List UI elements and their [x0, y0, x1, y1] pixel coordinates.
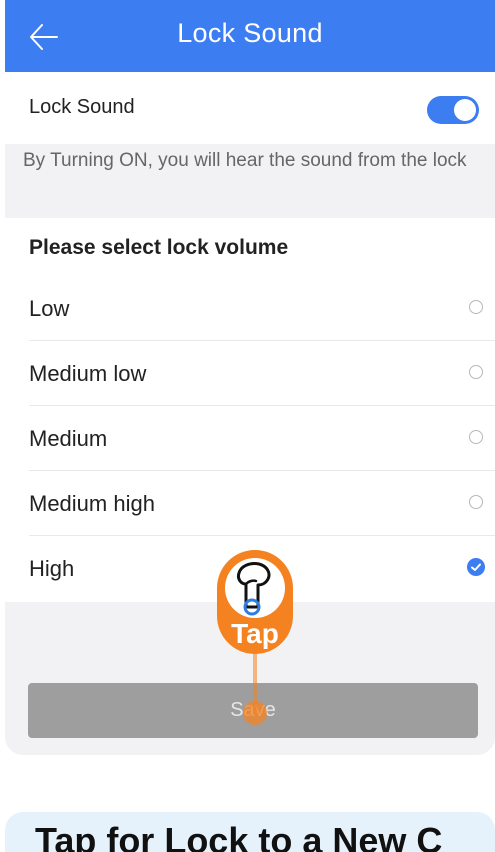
option-label: Medium — [29, 426, 108, 451]
promo-banner: Tap for Lock to a New C — [5, 812, 495, 852]
radio-checked-icon[interactable] — [467, 558, 485, 576]
volume-section: Please select lock volume Low Medium low… — [5, 218, 495, 602]
app-header: Lock Sound — [5, 0, 495, 72]
promo-text: Tap for Lock to a New C — [35, 820, 443, 852]
lock-sound-hint: By Turning ON, you will hear the sound f… — [23, 150, 467, 171]
tap-label: Tap — [231, 618, 279, 649]
volume-option-medium-high[interactable]: Medium high — [29, 471, 495, 536]
lock-sound-row: Lock Sound — [5, 72, 495, 144]
radio-icon[interactable] — [469, 430, 483, 444]
radio-icon[interactable] — [469, 495, 483, 509]
radio-icon[interactable] — [469, 300, 483, 314]
check-icon — [471, 563, 481, 571]
toggle-knob — [454, 99, 476, 121]
page-title: Lock Sound — [177, 18, 323, 48]
option-label: Medium high — [29, 491, 155, 516]
volume-heading: Please select lock volume — [29, 236, 289, 259]
radio-icon[interactable] — [469, 365, 483, 379]
lock-sound-toggle[interactable] — [427, 96, 479, 124]
option-label: Medium low — [29, 361, 147, 386]
volume-option-medium[interactable]: Medium — [29, 406, 495, 471]
lock-sound-label: Lock Sound — [29, 96, 135, 118]
volume-option-low[interactable]: Low — [29, 276, 495, 341]
volume-option-medium-low[interactable]: Medium low — [29, 341, 495, 406]
option-label: High — [29, 556, 75, 581]
tap-hint: Tap — [215, 548, 295, 728]
option-label: Low — [29, 296, 70, 321]
